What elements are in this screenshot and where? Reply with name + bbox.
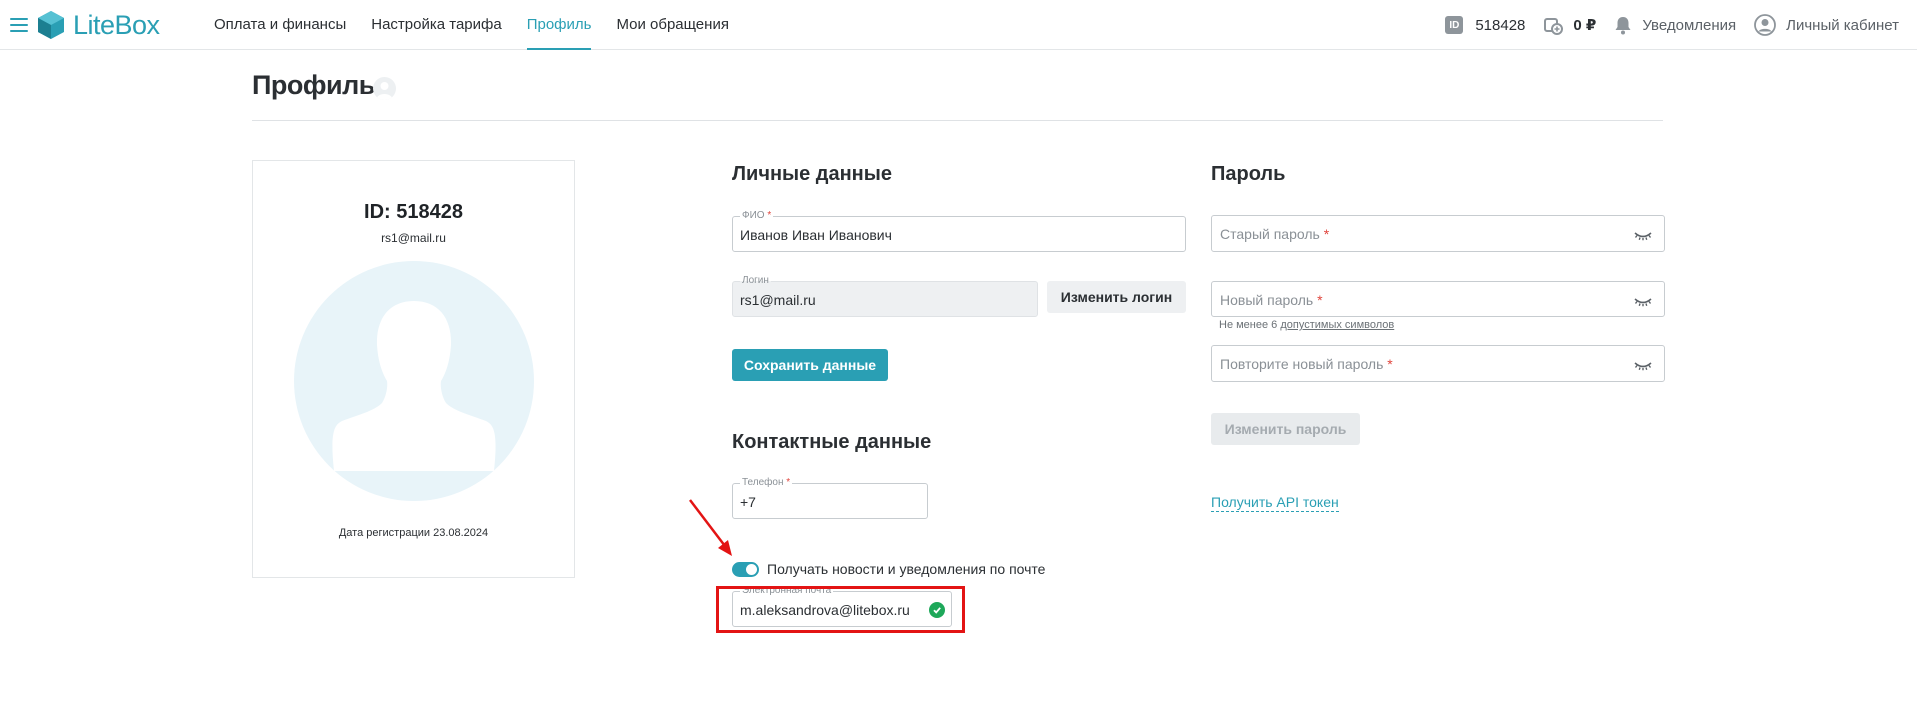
password-title: Пароль	[1211, 163, 1286, 185]
menu-icon[interactable]	[10, 18, 28, 32]
old-password-field[interactable]: Старый пароль *	[1211, 215, 1665, 252]
personal-cabinet[interactable]: Личный кабинет	[1754, 14, 1899, 36]
logo-text: LiteBox	[73, 9, 160, 40]
repeat-password-placeholder: Повторите новый пароль *	[1220, 356, 1393, 372]
allowed-symbols-link[interactable]: допустимых символов	[1280, 319, 1394, 331]
phone-field[interactable]: Телефон * +7	[732, 477, 928, 519]
balance-value: 0 ₽	[1573, 17, 1597, 34]
notifications-label: Уведомления	[1642, 16, 1737, 34]
news-toggle-label: Получать новости и уведомления по почте	[767, 561, 1046, 577]
logo-cube-icon	[38, 11, 64, 39]
cabinet-label: Личный кабинет	[1786, 16, 1899, 34]
new-password-field[interactable]: Новый пароль *	[1211, 281, 1665, 317]
id-icon: ID	[1445, 16, 1464, 34]
title-divider	[252, 120, 1663, 121]
page-title: Профиль	[252, 70, 375, 100]
login-label: Логин	[740, 275, 771, 287]
top-bar: LiteBox Оплата и финансы Настройка тариф…	[0, 0, 1917, 50]
user-icon	[1754, 14, 1777, 36]
eye-closed-icon[interactable]	[1634, 297, 1652, 307]
change-password-button: Изменить пароль	[1211, 413, 1360, 445]
eye-closed-icon[interactable]	[1634, 231, 1652, 241]
header-right: ID 518428 0 ₽ Уведомления Личный кабинет	[1445, 0, 1917, 50]
nav-profile[interactable]: Профиль	[526, 0, 591, 50]
nav-finance[interactable]: Оплата и финансы	[214, 0, 346, 50]
title-avatar-icon	[373, 77, 396, 100]
main-nav: Оплата и финансы Настройка тарифа Профил…	[214, 0, 754, 50]
news-toggle-row: Получать новости и уведомления по почте	[732, 561, 1045, 577]
login-field: Логин rs1@mail.ru	[732, 275, 1038, 317]
registration-date: Дата регистрации 23.08.2024	[338, 527, 489, 539]
avatar-placeholder-icon[interactable]	[294, 261, 534, 501]
fio-field[interactable]: ФИО * Иванов Иван Иванович	[732, 210, 1186, 252]
change-login-button[interactable]: Изменить логин	[1047, 281, 1186, 313]
save-data-button[interactable]: Сохранить данные	[732, 349, 888, 381]
profile-card: ID: 518428 rs1@mail.ru Дата регистрации …	[252, 160, 575, 578]
nav-tariff[interactable]: Настройка тарифа	[371, 0, 501, 50]
get-api-token-link[interactable]: Получить API токен	[1211, 494, 1339, 512]
new-password-placeholder: Новый пароль *	[1220, 292, 1323, 308]
red-arrow-icon	[689, 499, 732, 556]
bell-icon	[1615, 17, 1631, 35]
notifications[interactable]: Уведомления	[1614, 15, 1736, 35]
balance[interactable]: 0 ₽	[1543, 15, 1596, 35]
password-hint: Не менее 6 допустимых символов	[1219, 319, 1395, 331]
phone-label: Телефон *	[740, 477, 793, 489]
profile-email: rs1@mail.ru	[381, 231, 446, 245]
eye-closed-icon[interactable]	[1634, 361, 1652, 371]
account-id[interactable]: ID 518428	[1445, 16, 1525, 34]
news-toggle[interactable]	[732, 561, 759, 577]
fio-label: ФИО *	[740, 210, 774, 222]
nav-tickets[interactable]: Мои обращения	[616, 0, 728, 50]
profile-id: ID: 518428	[364, 201, 463, 223]
repeat-password-field[interactable]: Повторите новый пароль *	[1211, 345, 1665, 382]
highlight-box	[716, 586, 965, 633]
fio-value: Иванов Иван Иванович	[740, 227, 892, 243]
old-password-placeholder: Старый пароль *	[1220, 226, 1330, 242]
phone-value: +7	[740, 494, 756, 510]
contact-data-title: Контактные данные	[732, 431, 932, 453]
logo[interactable]: LiteBox	[37, 9, 160, 41]
account-id-value: 518428	[1475, 16, 1526, 34]
personal-data-title: Личные данные	[732, 163, 892, 185]
wallet-plus-icon	[1544, 18, 1564, 35]
login-value: rs1@mail.ru	[740, 292, 816, 308]
